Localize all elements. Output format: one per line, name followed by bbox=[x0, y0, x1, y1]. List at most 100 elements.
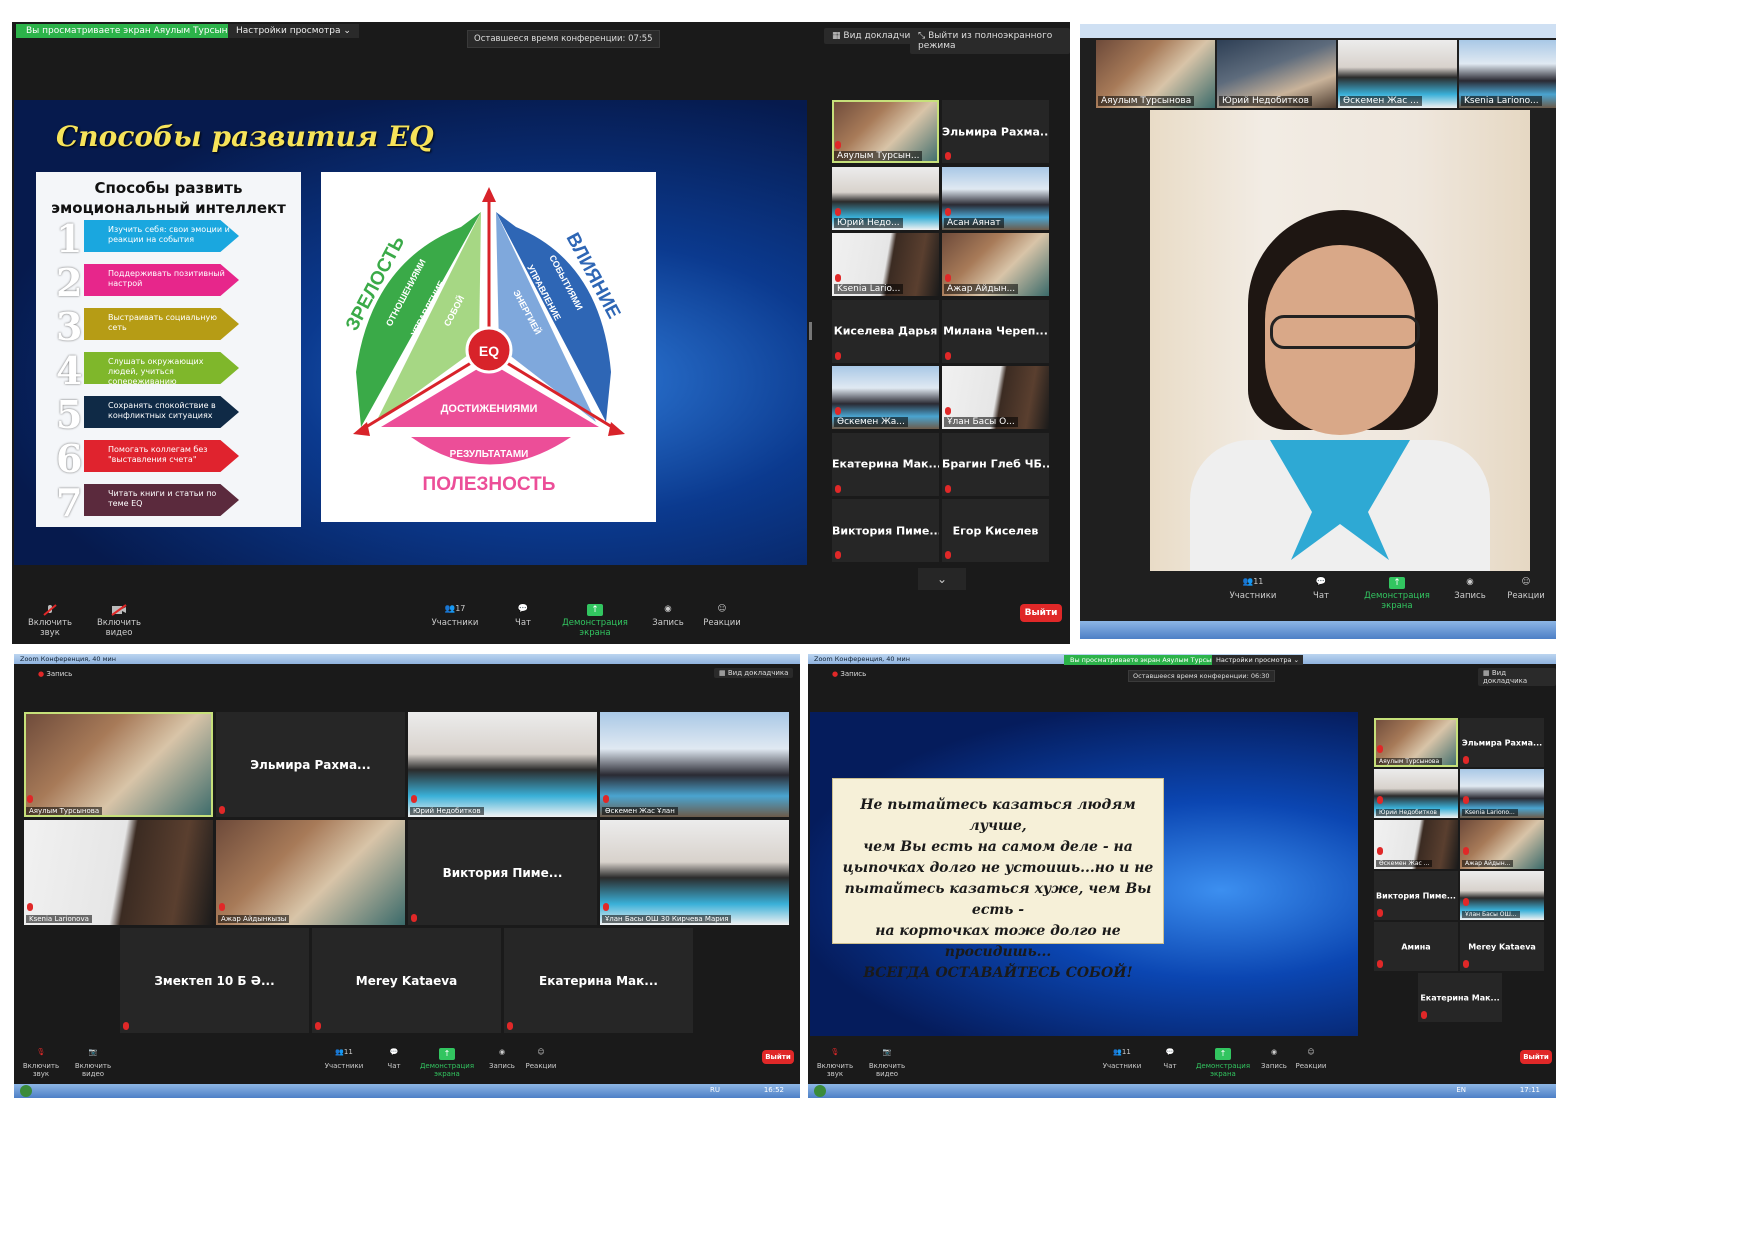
start-button[interactable] bbox=[20, 1085, 32, 1097]
participant-tile[interactable]: Ажар Айдынкызы bbox=[216, 820, 405, 925]
record-button[interactable]: ◉ Запись bbox=[488, 1048, 516, 1070]
start-video-button[interactable]: 📷 Включить видео bbox=[862, 1048, 912, 1078]
participant-tile[interactable]: Өскемен Жас Ұлан bbox=[600, 712, 789, 817]
participant-tile[interactable]: Виктория Пиме... bbox=[832, 499, 939, 562]
participant-tile[interactable]: Ұлан Басы ОШ 30 Кирчева Мария bbox=[600, 820, 789, 925]
participant-tile[interactable]: Аяулым Турсынова bbox=[1374, 718, 1458, 767]
strip-thumbnail[interactable]: Аяулым Турсынова bbox=[1096, 40, 1215, 108]
participant-tile[interactable]: Ksenia Larionova bbox=[24, 820, 213, 925]
video-off-icon bbox=[111, 604, 127, 616]
participant-tile[interactable]: Виктория Пиме... bbox=[408, 820, 597, 925]
participants-button[interactable]: 👥11 Участники bbox=[1102, 1048, 1142, 1070]
chat-button[interactable]: 💬 Чат bbox=[508, 604, 538, 628]
participant-tile[interactable]: Аяулым Турсынова bbox=[24, 712, 213, 817]
participant-tile[interactable]: Эльмира Рахма... bbox=[216, 712, 405, 817]
chevron-down-icon: ⌄ bbox=[936, 572, 948, 586]
reactions-button[interactable]: ☺ Реакции bbox=[702, 604, 742, 628]
view-settings-button[interactable]: Настройки просмотра ⌄ bbox=[1212, 655, 1304, 665]
participant-tile[interactable]: Merey Kataeva bbox=[1460, 922, 1544, 971]
share-screen-button[interactable]: ↑ Демонстрация экрана bbox=[414, 1048, 480, 1078]
chat-label: Чат bbox=[1313, 591, 1329, 601]
participant-tile[interactable]: Екатерина Мак... bbox=[504, 928, 693, 1033]
participant-tile[interactable]: Аяулым Турсын... bbox=[832, 100, 939, 163]
reactions-button[interactable]: ☺ Реакции bbox=[1504, 577, 1548, 601]
record-button[interactable]: ◉ Запись bbox=[1260, 1048, 1288, 1070]
unmute-button[interactable]: 🎙 Включить звук bbox=[16, 1048, 66, 1078]
reactions-label: Реакции bbox=[525, 1062, 557, 1070]
unmute-button[interactable]: Включить звук bbox=[20, 604, 80, 638]
mic-off-icon bbox=[1421, 1011, 1427, 1019]
start-button[interactable] bbox=[814, 1085, 826, 1097]
strip-thumbnail[interactable]: Юрий Недобитков bbox=[1217, 40, 1336, 108]
participant-tile[interactable]: Өскемен Жа... bbox=[832, 366, 939, 429]
reactions-button[interactable]: ☺ Реакции bbox=[1294, 1048, 1328, 1070]
tray-clock: 17:11 bbox=[1519, 1086, 1540, 1094]
participant-tile[interactable]: Киселева Дарья bbox=[832, 299, 939, 363]
record-button[interactable]: ◉ Запись bbox=[1452, 577, 1488, 601]
mic-off-icon bbox=[945, 152, 951, 160]
participant-tile[interactable]: Екатерина Мак... bbox=[832, 432, 939, 496]
start-video-button[interactable]: 📷 Включить видео bbox=[68, 1048, 118, 1078]
tray-clock: 16:52 bbox=[763, 1086, 784, 1094]
share-screen-button[interactable]: ↑ Демонстрация экрана bbox=[1190, 1048, 1256, 1078]
participant-tile[interactable]: Ұлан Басы ОШ... bbox=[1460, 871, 1544, 920]
participant-tile[interactable]: Эльмира Рахма... bbox=[1460, 718, 1544, 767]
meeting-toolbar: 🎙 Включить звук 📷 Включить видео 👥11 Уча… bbox=[14, 1044, 800, 1084]
participant-tile[interactable]: Юрий Недо... bbox=[832, 166, 939, 230]
record-button[interactable]: ◉ Запись bbox=[650, 604, 686, 628]
strip-thumbnail[interactable]: Ksenia Lariono... bbox=[1459, 40, 1556, 108]
gallery-scroll-down-button[interactable]: ⌄ bbox=[918, 568, 966, 590]
participant-tile[interactable]: Егор Киселев bbox=[942, 499, 1049, 562]
leave-button[interactable]: Выйти bbox=[1520, 1050, 1552, 1064]
participant-tile[interactable]: Юрий Недобитков bbox=[1374, 769, 1458, 818]
participant-tile[interactable]: Ажар Айдын... bbox=[942, 233, 1049, 296]
speaker-view-button[interactable]: ▦ Вид докладчика bbox=[1478, 668, 1556, 686]
mic-off-icon bbox=[27, 903, 33, 911]
participant-tile[interactable]: Виктория Пиме... bbox=[1374, 871, 1458, 920]
unmute-button[interactable]: 🎙 Включить звук bbox=[810, 1048, 860, 1078]
chat-button[interactable]: 💬 Чат bbox=[382, 1048, 406, 1070]
leave-button[interactable]: Выйти bbox=[762, 1050, 794, 1064]
participant-tile[interactable]: Өскемен Жас ... bbox=[1374, 820, 1458, 869]
participant-tile[interactable]: Асан Аянат bbox=[942, 166, 1049, 230]
splitter-handle[interactable] bbox=[809, 322, 812, 340]
participant-tile[interactable]: Змектеп 10 Б Ә... bbox=[120, 928, 309, 1033]
leave-button[interactable]: Выйти bbox=[1020, 604, 1062, 622]
mic-off-icon bbox=[835, 207, 841, 216]
mic-off-icon bbox=[1377, 847, 1383, 855]
participants-icon: 👥11 bbox=[335, 1048, 353, 1056]
participant-tile[interactable]: Эльмира Рахма... bbox=[942, 100, 1049, 163]
mic-off-icon bbox=[1377, 909, 1383, 917]
participant-tile[interactable]: Юрий Недобитков bbox=[408, 712, 597, 817]
record-label: Запись bbox=[1454, 591, 1486, 601]
mic-off-icon bbox=[835, 141, 841, 149]
participant-tile[interactable]: Ажар Айдын... bbox=[1460, 820, 1544, 869]
chat-button[interactable]: 💬 Чат bbox=[1306, 577, 1336, 601]
participant-tile[interactable]: Ksenia Lario... bbox=[832, 233, 939, 296]
participants-icon: 👥11 bbox=[1242, 577, 1264, 587]
participants-button[interactable]: 👥11 Участники bbox=[324, 1048, 364, 1070]
reactions-button[interactable]: ☺ Реакции bbox=[524, 1048, 558, 1070]
participants-button[interactable]: 👥11 Участники bbox=[1228, 577, 1278, 601]
speaker-view-button[interactable]: ▦ Вид докладчика bbox=[714, 668, 794, 678]
participant-tile[interactable]: Merey Kataeva bbox=[312, 928, 501, 1033]
view-settings-button[interactable]: Настройки просмотра ⌄ bbox=[228, 24, 359, 38]
participant-tile[interactable]: Ұлан Басы О... bbox=[942, 366, 1049, 429]
participant-tile[interactable]: Ksenia Lariono... bbox=[1460, 769, 1544, 818]
participant-tile[interactable]: Брагин Глеб ЧБ... bbox=[942, 432, 1049, 496]
share-screen-label: Демонстрация экрана bbox=[419, 1062, 475, 1078]
strip-thumbnail[interactable]: Өскемен Жас ... bbox=[1338, 40, 1457, 108]
unmute-label: Включить звук bbox=[816, 1062, 854, 1078]
reactions-icon: ☺ bbox=[1307, 1048, 1315, 1056]
participants-button[interactable]: 👥17 Участники bbox=[430, 604, 480, 628]
participant-tile[interactable]: Милана Череп... bbox=[942, 299, 1049, 363]
participant-tile[interactable]: Екатерина Мак... bbox=[1418, 973, 1502, 1022]
recording-label: Запись bbox=[46, 670, 73, 678]
exit-fullscreen-button[interactable]: ⤡ Выйти из полноэкранного режима bbox=[910, 28, 1070, 54]
share-screen-button[interactable]: ↑ Демонстрация экрана bbox=[1352, 577, 1442, 611]
share-screen-button[interactable]: ↑ Демонстрация экрана bbox=[554, 604, 636, 638]
start-video-button[interactable]: Включить видео bbox=[88, 604, 150, 638]
chat-button[interactable]: 💬 Чат bbox=[1158, 1048, 1182, 1070]
participant-tile[interactable]: Амина bbox=[1374, 922, 1458, 971]
quote-line-3: цыпочках долго не устоишь...но и не bbox=[842, 860, 1154, 876]
